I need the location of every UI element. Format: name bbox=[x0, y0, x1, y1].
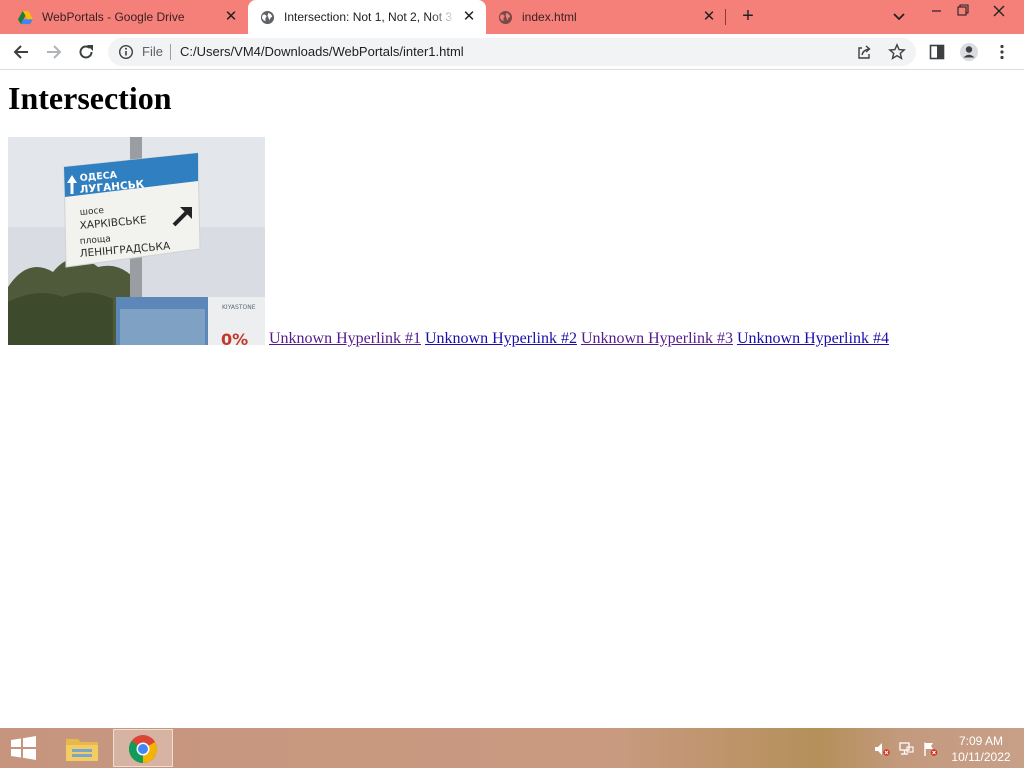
globe-icon bbox=[260, 10, 275, 25]
tab-google-drive[interactable]: WebPortals - Google Drive ✕ bbox=[6, 0, 248, 34]
billboard-brand: KIYASTONE bbox=[222, 304, 256, 311]
tab-title: index.html bbox=[522, 10, 577, 24]
hyperlink-1[interactable]: Unknown Hyperlink #1 bbox=[269, 330, 421, 347]
speaker-muted-icon[interactable] bbox=[874, 741, 890, 757]
page-title: Intersection bbox=[8, 80, 172, 116]
browser-toolbar: File C:/Users/VM4/Downloads/WebPortals/i… bbox=[0, 34, 1024, 70]
back-arrow-icon[interactable] bbox=[11, 42, 31, 62]
reload-icon[interactable] bbox=[76, 42, 96, 62]
tab-title: WebPortals - Google Drive bbox=[42, 10, 185, 24]
profile-avatar-icon[interactable] bbox=[959, 42, 979, 62]
new-tab-button[interactable]: + bbox=[737, 6, 759, 28]
restore-icon[interactable] bbox=[945, 0, 979, 22]
tab-strip: WebPortals - Google Drive ✕ Intersection… bbox=[0, 0, 1024, 34]
chrome-icon bbox=[129, 735, 157, 763]
star-icon[interactable] bbox=[888, 43, 906, 61]
forward-arrow-icon[interactable] bbox=[44, 42, 64, 62]
tab-intersection[interactable]: Intersection: Not 1, Not 2, Not 3 ✕ bbox=[248, 0, 486, 34]
windows-start-icon[interactable] bbox=[6, 734, 40, 762]
close-tab-icon[interactable]: ✕ bbox=[222, 8, 240, 26]
billboard-percent: 0% bbox=[221, 330, 248, 345]
chevron-down-icon[interactable] bbox=[890, 9, 908, 25]
omnibox-divider bbox=[170, 44, 171, 60]
file-explorer-icon[interactable] bbox=[60, 731, 104, 765]
close-tab-icon[interactable]: ✕ bbox=[700, 8, 718, 26]
tab-title: Intersection: Not 1, Not 2, Not 3 bbox=[284, 10, 453, 24]
globe-icon bbox=[498, 10, 513, 25]
address-bar[interactable]: File C:/Users/VM4/Downloads/WebPortals/i… bbox=[108, 38, 916, 66]
side-panel-icon[interactable] bbox=[927, 42, 947, 62]
taskbar: 7:09 AM 10/11/2022 bbox=[0, 728, 1024, 768]
close-tab-icon[interactable]: ✕ bbox=[460, 8, 478, 26]
menu-dots-icon[interactable] bbox=[992, 42, 1012, 62]
url-scheme-label: File bbox=[142, 44, 163, 59]
clock-time: 7:09 AM bbox=[958, 734, 1004, 748]
hyperlink-3[interactable]: Unknown Hyperlink #3 bbox=[581, 330, 733, 347]
road-sign-image: KIYASTONE 0% ОДЕСА ЛУГАНСЬК шосе ХАРКІВС… bbox=[8, 137, 265, 345]
taskbar-clock[interactable]: 7:09 AM 10/11/2022 bbox=[946, 733, 1016, 765]
chrome-taskbar-button[interactable] bbox=[113, 729, 173, 767]
hyperlink-list: Unknown Hyperlink #1 Unknown Hyperlink #… bbox=[269, 330, 889, 348]
hyperlink-4[interactable]: Unknown Hyperlink #4 bbox=[737, 330, 889, 347]
google-drive-icon bbox=[18, 10, 33, 25]
close-window-icon[interactable] bbox=[982, 0, 1016, 22]
tab-index[interactable]: index.html ✕ bbox=[486, 0, 724, 34]
action-center-flag-icon[interactable] bbox=[922, 741, 938, 757]
network-icon[interactable] bbox=[898, 741, 914, 757]
url-text[interactable]: C:/Users/VM4/Downloads/WebPortals/inter1… bbox=[180, 44, 464, 59]
page-content: Intersection KIYASTONE 0% ОДЕСА ЛУГАНСЬК… bbox=[0, 71, 1024, 728]
info-icon[interactable] bbox=[118, 44, 134, 60]
tab-divider bbox=[725, 9, 726, 25]
share-icon[interactable] bbox=[856, 44, 872, 60]
clock-date: 10/11/2022 bbox=[951, 750, 1011, 764]
hyperlink-2[interactable]: Unknown Hyperlink #2 bbox=[425, 330, 577, 347]
